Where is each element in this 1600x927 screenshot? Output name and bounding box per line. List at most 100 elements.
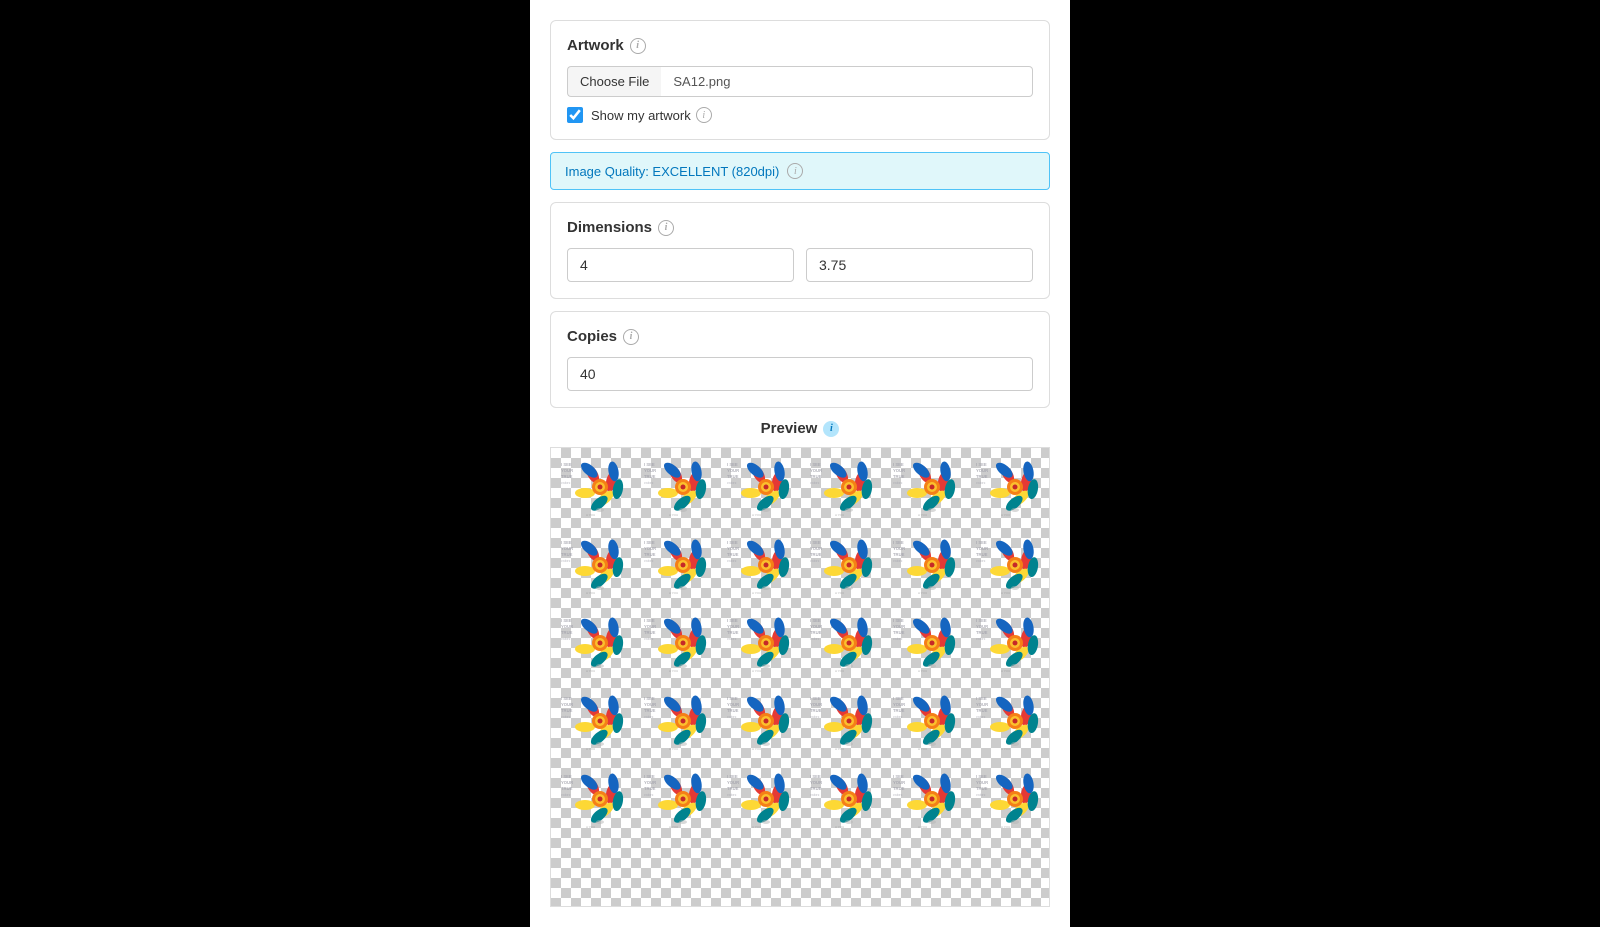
show-artwork-info-icon[interactable]: i xyxy=(696,107,712,123)
svg-text:A YOU: A YOU xyxy=(1001,513,1010,517)
width-input[interactable] xyxy=(567,248,794,282)
svg-text:A YOU: A YOU xyxy=(752,513,761,517)
svg-text:YOUR: YOUR xyxy=(976,468,988,473)
artwork-label: Artwork i xyxy=(567,37,1033,54)
show-artwork-checkbox[interactable] xyxy=(567,107,583,123)
preview-header: Preview i xyxy=(550,420,1050,437)
svg-text:I SEE: I SEE xyxy=(644,774,655,779)
svg-text:A YOU: A YOU xyxy=(835,513,844,517)
svg-text:TRUE: TRUE xyxy=(893,708,905,713)
svg-text:TRUE: TRUE xyxy=(810,786,822,791)
copies-title: Copies xyxy=(567,328,617,345)
svg-text:A YOU: A YOU xyxy=(752,591,761,595)
svg-text:YOUR: YOUR xyxy=(644,780,656,785)
svg-text:TRUE: TRUE xyxy=(561,552,573,557)
svg-text:colors: colors xyxy=(561,715,571,719)
artwork-section: Artwork i Choose File SA12.png Show my a… xyxy=(550,20,1050,140)
preview-title: Preview xyxy=(761,420,818,437)
svg-text:A YOU: A YOU xyxy=(918,747,927,751)
svg-text:YOUR: YOUR xyxy=(893,624,905,629)
sticker-cell: I SEE YOUR TRUE colors xyxy=(717,604,800,682)
sticker-cell: I SEE YOUR TRUE colors xyxy=(800,526,883,604)
svg-text:YOUR: YOUR xyxy=(727,624,739,629)
sticker-cell: I SEE YOUR TRUE colors xyxy=(551,760,634,838)
sticker-cell: I SEE YOUR TRUE colors xyxy=(966,604,1049,682)
svg-text:TRUE: TRUE xyxy=(893,552,905,557)
quality-info-icon[interactable]: i xyxy=(787,163,803,179)
svg-text:colors: colors xyxy=(810,637,820,641)
svg-text:TRUE: TRUE xyxy=(644,708,656,713)
svg-text:I SEE: I SEE xyxy=(893,540,904,545)
svg-text:TRUE: TRUE xyxy=(976,474,988,479)
sticker-cell: I SEE YOUR TRUE colors xyxy=(883,526,966,604)
sticker-cell: I SEE YOUR TRUE colors xyxy=(634,682,717,760)
svg-text:A YOU: A YOU xyxy=(586,591,595,595)
sticker-cell: I SEE YOUR TRUE colors xyxy=(966,448,1049,526)
svg-text:I SEE: I SEE xyxy=(561,696,572,701)
svg-text:YOUR: YOUR xyxy=(561,546,573,551)
svg-text:colors: colors xyxy=(810,559,820,563)
svg-text:YOUR: YOUR xyxy=(810,624,822,629)
copies-info-icon[interactable]: i xyxy=(623,329,639,345)
svg-text:I SEE: I SEE xyxy=(810,540,821,545)
svg-text:colors: colors xyxy=(976,793,986,797)
svg-text:colors: colors xyxy=(727,793,737,797)
svg-text:A YOU: A YOU xyxy=(918,513,927,517)
svg-text:TRUE: TRUE xyxy=(727,552,739,557)
svg-text:YOUR: YOUR xyxy=(727,780,739,785)
sticker-cell: I SEE YOUR TRUE colors xyxy=(717,760,800,838)
svg-text:colors: colors xyxy=(976,481,986,485)
svg-text:colors: colors xyxy=(727,715,737,719)
svg-text:I SEE: I SEE xyxy=(893,618,904,623)
svg-text:TRUE: TRUE xyxy=(976,552,988,557)
choose-file-button[interactable]: Choose File xyxy=(567,66,661,97)
svg-text:colors: colors xyxy=(644,715,654,719)
file-name-display: SA12.png xyxy=(661,66,1033,97)
quality-bar[interactable]: Image Quality: EXCELLENT (820dpi) i xyxy=(550,152,1050,190)
sticker-cell: I SEE YOUR TRUE colors xyxy=(966,682,1049,760)
sticker-cell: I SEE YOUR TRUE colors xyxy=(883,604,966,682)
preview-info-icon[interactable]: i xyxy=(823,421,839,437)
sticker-cell: I SEE YOUR TRUE colors xyxy=(551,526,634,604)
copies-input[interactable] xyxy=(567,357,1033,391)
svg-text:TRUE: TRUE xyxy=(561,630,573,635)
svg-text:A YOU: A YOU xyxy=(669,747,678,751)
svg-text:colors: colors xyxy=(561,793,571,797)
svg-text:I SEE: I SEE xyxy=(976,618,987,623)
quality-label: Image Quality: EXCELLENT (820dpi) xyxy=(565,164,779,179)
artwork-title: Artwork xyxy=(567,37,624,54)
sticker-cell: I SEE YOUR TRUE colors xyxy=(634,526,717,604)
svg-text:colors: colors xyxy=(810,481,820,485)
svg-text:A YOU: A YOU xyxy=(586,747,595,751)
svg-text:TRUE: TRUE xyxy=(810,708,822,713)
svg-text:YOUR: YOUR xyxy=(810,780,822,785)
svg-text:A YOU: A YOU xyxy=(835,591,844,595)
svg-text:colors: colors xyxy=(561,559,571,563)
svg-text:I SEE: I SEE xyxy=(727,696,738,701)
svg-text:colors: colors xyxy=(893,481,903,485)
svg-text:colors: colors xyxy=(727,481,737,485)
svg-text:YOUR: YOUR xyxy=(810,702,822,707)
svg-text:YOUR: YOUR xyxy=(727,702,739,707)
svg-text:YOUR: YOUR xyxy=(644,546,656,551)
svg-text:A YOU: A YOU xyxy=(586,669,595,673)
svg-text:A YOU: A YOU xyxy=(1001,747,1010,751)
artwork-info-icon[interactable]: i xyxy=(630,38,646,54)
svg-text:YOUR: YOUR xyxy=(727,468,739,473)
svg-text:A YOU: A YOU xyxy=(669,513,678,517)
sticker-grid: I SEE YOUR TRUE colors xyxy=(551,448,1049,838)
svg-text:YOUR: YOUR xyxy=(561,468,573,473)
svg-text:YOUR: YOUR xyxy=(561,624,573,629)
sticker-cell: I SEE YOUR TRUE colors xyxy=(800,760,883,838)
height-input[interactable] xyxy=(806,248,1033,282)
svg-text:I SEE: I SEE xyxy=(561,774,572,779)
svg-text:A YOU: A YOU xyxy=(586,513,595,517)
show-artwork-label[interactable]: Show my artwork i xyxy=(591,107,712,123)
dimensions-info-icon[interactable]: i xyxy=(658,220,674,236)
svg-text:A YOU: A YOU xyxy=(835,669,844,673)
svg-text:I SEE: I SEE xyxy=(561,462,572,467)
dimensions-title: Dimensions xyxy=(567,219,652,236)
svg-text:I SEE: I SEE xyxy=(976,462,987,467)
svg-text:colors: colors xyxy=(644,637,654,641)
svg-text:YOUR: YOUR xyxy=(644,624,656,629)
